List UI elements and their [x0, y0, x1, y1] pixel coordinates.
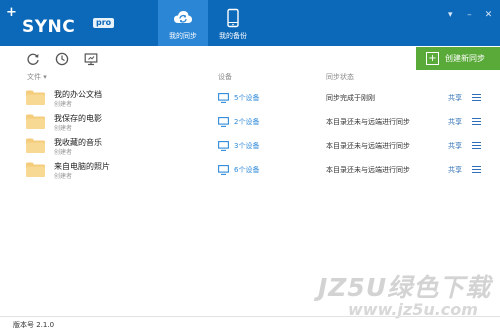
- sync-status: 本目录还未与远端进行同步: [326, 142, 410, 150]
- column-header-file[interactable]: 文件 ▾: [27, 72, 47, 82]
- share-button[interactable]: 共享: [448, 141, 462, 151]
- logo-plus: +: [6, 5, 17, 20]
- device-count-link[interactable]: 5个设备: [234, 93, 259, 103]
- folder-owner: 创建者: [54, 149, 73, 156]
- list-item[interactable]: 我收藏的音乐 创建者 3个设备 本目录还未与远端进行同步 共享: [0, 136, 500, 158]
- folder-icon: [26, 138, 45, 153]
- dropdown-menu-button[interactable]: ▾: [445, 10, 456, 20]
- phone-icon: [227, 8, 239, 28]
- monitor-icon: [218, 93, 229, 103]
- more-menu-icon[interactable]: [472, 142, 481, 149]
- sync-status: 本目录还未与远端进行同步: [326, 166, 410, 174]
- monitor-icon[interactable]: [84, 52, 98, 66]
- folder-icon: [26, 162, 45, 177]
- version-label: 版本号 2.1.0: [13, 321, 55, 329]
- folder-owner: 创建者: [54, 125, 73, 132]
- folder-owner: 创建者: [54, 173, 73, 180]
- app-logo: + SYNC pro: [6, 5, 118, 39]
- cloud-sync-icon: [174, 11, 192, 23]
- tab-my-backup[interactable]: 我的备份: [208, 0, 258, 46]
- folder-owner: 创建者: [54, 101, 73, 108]
- list-item[interactable]: 我的办公文档 创建者 5个设备 同步完成于刚刚 共享: [0, 88, 500, 110]
- footer-divider: [0, 316, 500, 317]
- pro-badge: pro: [93, 18, 115, 28]
- logo-text: SYNC: [22, 17, 76, 37]
- window-controls: ▾ – ✕: [442, 2, 494, 20]
- folder-icon: [26, 90, 45, 105]
- column-header-device: 设备: [218, 73, 232, 81]
- clock-icon[interactable]: [55, 52, 69, 66]
- title-bar: + SYNC pro 我的同步 我的备份 ▾ – ✕: [0, 0, 500, 46]
- tab-my-backup-label: 我的备份: [219, 32, 247, 40]
- list-item[interactable]: 来自电脑的照片 创建者 6个设备 本目录还未与远端进行同步 共享: [0, 160, 500, 182]
- watermark-title: JZ5U绿色下载: [318, 273, 492, 302]
- share-button[interactable]: 共享: [448, 93, 462, 103]
- device-count-link[interactable]: 6个设备: [234, 165, 259, 175]
- new-sync-label: 创建新同步: [445, 54, 485, 63]
- share-button[interactable]: 共享: [448, 117, 462, 127]
- add-icon: +: [426, 52, 439, 65]
- column-header-status: 同步状态: [326, 73, 354, 81]
- more-menu-icon[interactable]: [472, 94, 481, 101]
- monitor-icon: [218, 165, 229, 175]
- list-item[interactable]: 我保存的电影 创建者 2个设备 本目录还未与远端进行同步 共享: [0, 112, 500, 134]
- share-button[interactable]: 共享: [448, 165, 462, 175]
- close-button[interactable]: ✕: [483, 10, 494, 20]
- more-menu-icon[interactable]: [472, 166, 481, 173]
- minimize-button[interactable]: –: [464, 10, 475, 20]
- new-sync-button[interactable]: + 创建新同步: [416, 47, 500, 70]
- folder-icon: [26, 114, 45, 129]
- sync-status: 本目录还未与远端进行同步: [326, 118, 410, 126]
- tab-my-sync-label: 我的同步: [169, 32, 197, 40]
- tab-my-sync[interactable]: 我的同步: [158, 0, 208, 46]
- more-menu-icon[interactable]: [472, 118, 481, 125]
- monitor-icon: [218, 117, 229, 127]
- monitor-icon: [218, 141, 229, 151]
- device-count-link[interactable]: 3个设备: [234, 141, 259, 151]
- sync-status: 同步完成于刚刚: [326, 94, 375, 102]
- device-count-link[interactable]: 2个设备: [234, 117, 259, 127]
- refresh-icon[interactable]: [26, 52, 40, 66]
